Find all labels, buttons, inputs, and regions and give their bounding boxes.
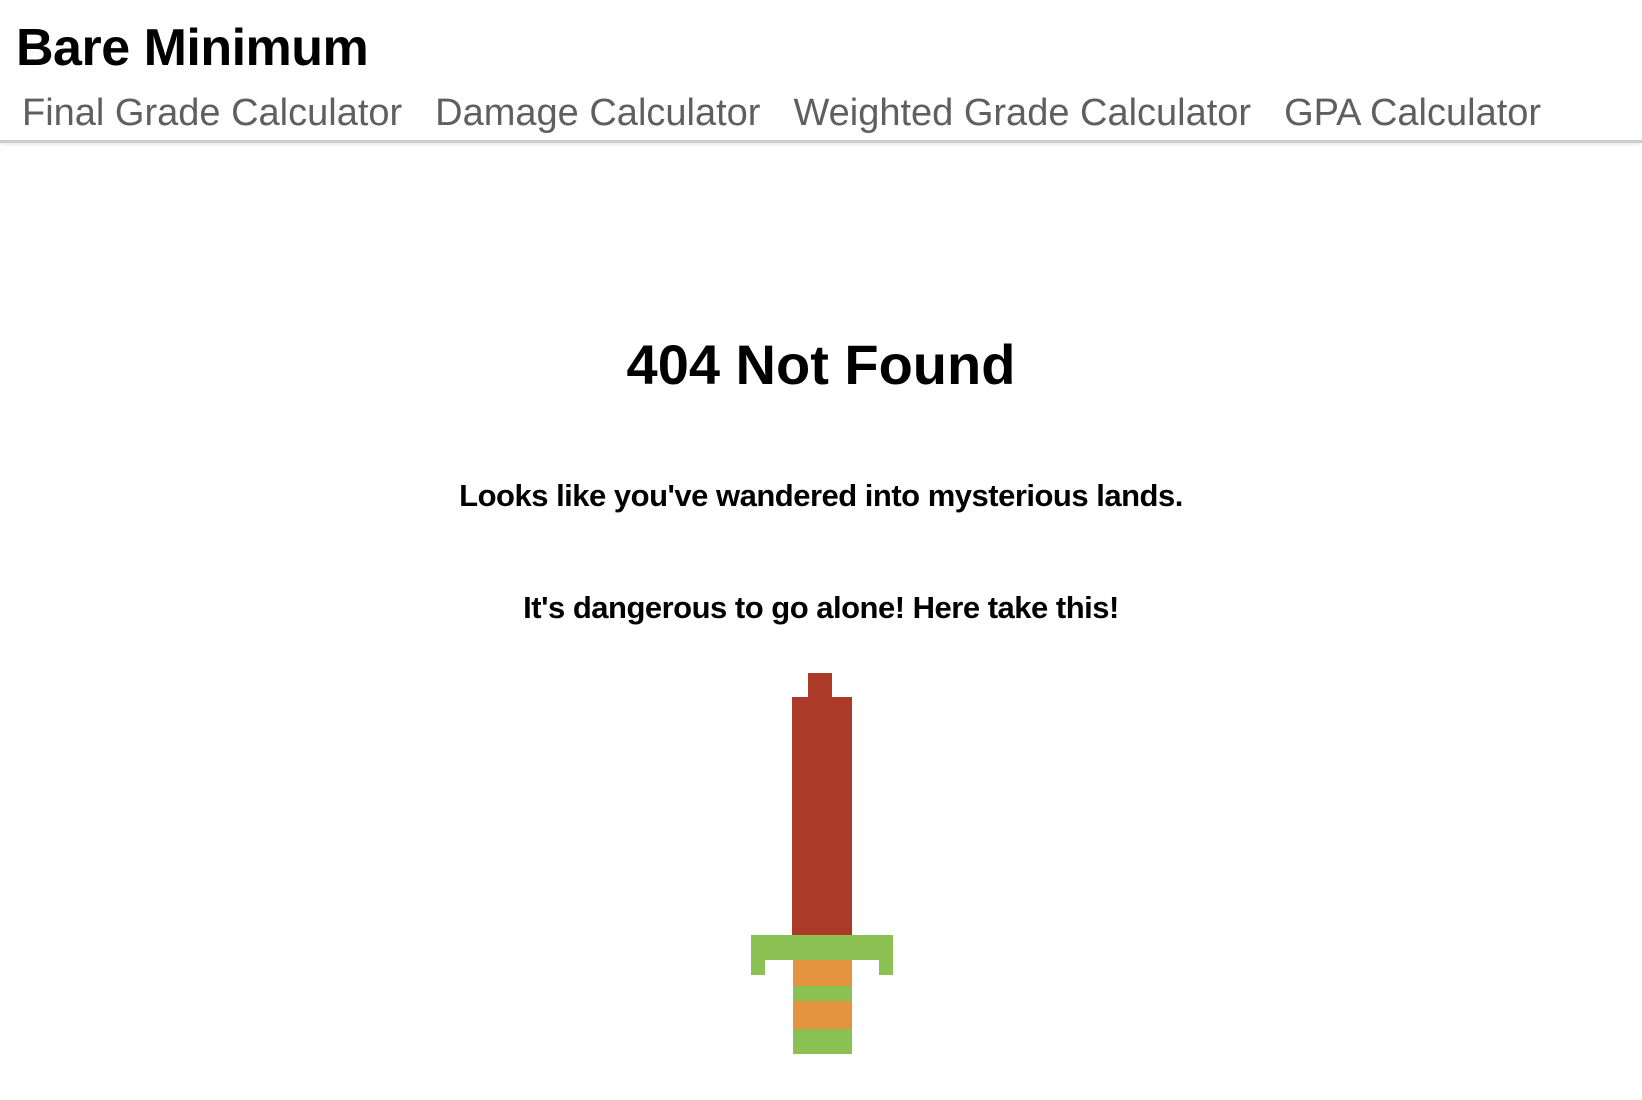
site-header: Bare Minimum Final Grade Calculator Dama… <box>0 0 1642 143</box>
sword-crossguard-left-end <box>751 958 765 975</box>
sword-blade-tip <box>808 673 832 699</box>
main-content: 404 Not Found Looks like you've wandered… <box>0 143 1642 1100</box>
sword-crossguard-right-end <box>879 958 893 975</box>
sword-blade <box>792 697 852 937</box>
sword-icon <box>748 673 894 1073</box>
sword-grip-wrap-1 <box>793 960 852 986</box>
site-title[interactable]: Bare Minimum <box>16 16 369 80</box>
nav-link-final-grade-calculator[interactable]: Final Grade Calculator <box>22 86 402 140</box>
sword-pommel <box>793 1029 852 1054</box>
sword-grip-wrap-2 <box>793 1001 852 1029</box>
nav-link-weighted-grade-calculator[interactable]: Weighted Grade Calculator <box>793 86 1251 140</box>
nav-link-gpa-calculator[interactable]: GPA Calculator <box>1284 86 1541 140</box>
nav-link-damage-calculator[interactable]: Damage Calculator <box>435 86 760 140</box>
sword-crossguard <box>751 935 893 960</box>
sword-grip-band-1 <box>793 986 852 1001</box>
error-message: Looks like you've wandered into mysterio… <box>459 478 1183 513</box>
main-nav: Final Grade Calculator Damage Calculator… <box>22 86 1541 140</box>
error-heading: 404 Not Found <box>626 333 1016 396</box>
sword-offer-message: It's dangerous to go alone! Here take th… <box>523 590 1119 625</box>
